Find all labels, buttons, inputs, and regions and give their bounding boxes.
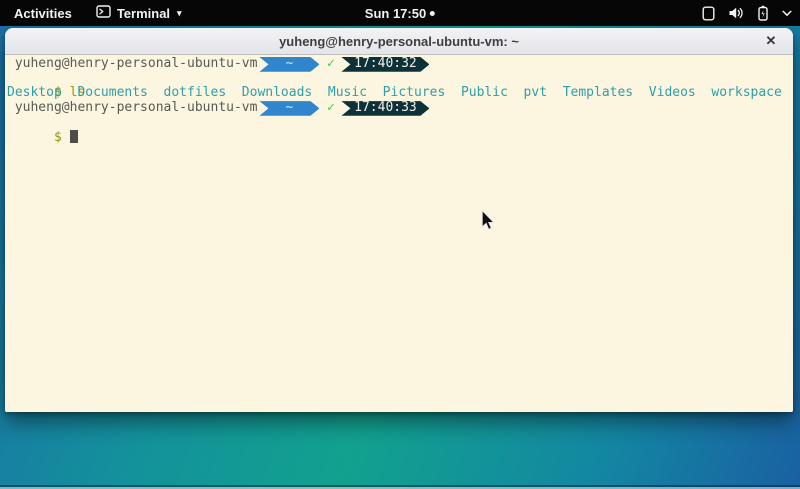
- app-menu-label: Terminal: [117, 6, 170, 21]
- chevron-down-icon: ▾: [177, 8, 182, 19]
- app-menu-terminal[interactable]: Terminal ▾: [86, 0, 192, 26]
- prompt-cwd-segment: ~: [259, 101, 319, 116]
- prompt-time-segment: 17:40:33: [341, 101, 429, 116]
- clock-button[interactable]: Sun 17:50: [365, 0, 435, 26]
- prompt-cwd-segment: ~: [259, 57, 319, 72]
- check-icon: ✓: [322, 57, 339, 72]
- activities-button[interactable]: Activities: [0, 0, 86, 26]
- top-bar: Activities Terminal ▾ Sun 17:50: [0, 0, 800, 26]
- terminal-window: yuheng@henry-personal-ubuntu-vm: ~ ✕ yuh…: [5, 28, 793, 412]
- volume-icon: [728, 6, 744, 20]
- prompt-user-host: yuheng@henry-personal-ubuntu-vm: [7, 101, 257, 116]
- command-line: $ls: [7, 72, 791, 87]
- prompt-time-segment: 17:40:32: [341, 57, 429, 72]
- close-icon[interactable]: ✕: [759, 28, 783, 54]
- terminal-content[interactable]: yuheng@henry-personal-ubuntu-vm ~ ✓ 17:4…: [5, 55, 793, 412]
- display-icon: [702, 6, 715, 21]
- window-title: yuheng@henry-personal-ubuntu-vm: ~: [279, 34, 519, 49]
- shell-prompt-symbol: $: [54, 130, 62, 145]
- text-cursor: [70, 130, 78, 143]
- current-input-line: $: [7, 116, 791, 131]
- system-status-area[interactable]: [702, 0, 792, 26]
- window-titlebar[interactable]: yuheng@henry-personal-ubuntu-vm: ~ ✕: [5, 28, 793, 55]
- battery-charging-icon: [757, 5, 769, 21]
- check-icon: ✓: [322, 101, 339, 116]
- terminal-icon: [96, 5, 111, 21]
- prompt-user-host: yuheng@henry-personal-ubuntu-vm: [7, 57, 257, 72]
- prompt-line: yuheng@henry-personal-ubuntu-vm ~ ✓ 17:4…: [7, 57, 791, 72]
- prompt-line: yuheng@henry-personal-ubuntu-vm ~ ✓ 17:4…: [7, 101, 791, 116]
- clock-label: Sun 17:50: [365, 6, 426, 21]
- chevron-down-icon: [782, 10, 792, 17]
- notification-dot: [430, 11, 435, 16]
- activities-label: Activities: [14, 6, 72, 21]
- ls-output-line: Desktop Documents dotfiles Downloads Mus…: [7, 86, 791, 101]
